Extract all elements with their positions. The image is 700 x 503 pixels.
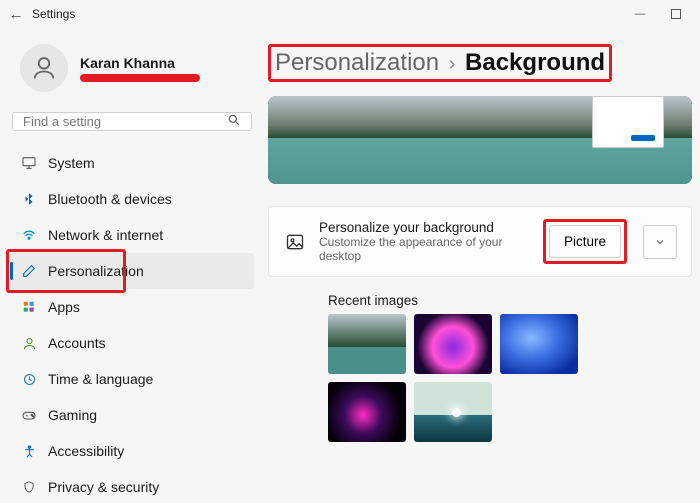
- search-input-wrapper[interactable]: [12, 112, 252, 131]
- recent-image-thumb[interactable]: [500, 314, 578, 374]
- expand-button[interactable]: [643, 225, 677, 259]
- sidebar-item-label: System: [48, 155, 95, 171]
- time-icon: [20, 370, 38, 388]
- avatar: [20, 44, 68, 92]
- recent-image-thumb[interactable]: [414, 314, 492, 374]
- search-input[interactable]: [23, 114, 227, 129]
- sidebar-item-accounts[interactable]: Accounts: [10, 325, 254, 361]
- sidebar-item-network[interactable]: Network & internet: [10, 217, 254, 253]
- sidebar-item-time-language[interactable]: Time & language: [10, 361, 254, 397]
- image-icon: [283, 230, 307, 254]
- sidebar-item-apps[interactable]: Apps: [10, 289, 254, 325]
- user-block[interactable]: Karan Khanna: [10, 38, 254, 98]
- sidebar-item-label: Personalization: [48, 263, 144, 279]
- sidebar-item-system[interactable]: System: [10, 145, 254, 181]
- wifi-icon: [20, 226, 38, 244]
- sidebar-item-personalization[interactable]: Personalization: [10, 253, 254, 289]
- sidebar-item-label: Accounts: [48, 335, 106, 351]
- sidebar-item-accessibility[interactable]: Accessibility: [10, 433, 254, 469]
- sidebar-item-bluetooth[interactable]: Bluetooth & devices: [10, 181, 254, 217]
- sidebar-item-label: Gaming: [48, 407, 97, 423]
- recent-images-grid: [328, 314, 692, 442]
- window-title: Settings: [32, 7, 75, 21]
- user-name: Karan Khanna: [80, 55, 200, 71]
- preview-window-mock: [592, 96, 664, 148]
- sidebar-item-label: Apps: [48, 299, 80, 315]
- apps-icon: [20, 298, 38, 316]
- desktop-preview: [268, 96, 692, 184]
- breadcrumb-current: Background: [465, 49, 605, 76]
- sidebar-item-label: Bluetooth & devices: [48, 191, 172, 207]
- user-email-redacted: [80, 74, 200, 82]
- breadcrumb-parent[interactable]: Personalization: [275, 49, 439, 76]
- breadcrumb-highlight: Personalization › Background: [268, 44, 612, 82]
- accounts-icon: [20, 334, 38, 352]
- maximize-button[interactable]: [658, 0, 694, 28]
- sidebar-item-label: Accessibility: [48, 443, 124, 459]
- sidebar-item-label: Network & internet: [48, 227, 163, 243]
- card-subtext: Customize the appearance of your desktop: [319, 235, 529, 263]
- card-heading: Personalize your background: [319, 220, 531, 235]
- system-icon: [20, 154, 38, 172]
- shield-icon: [20, 478, 38, 496]
- sidebar-item-gaming[interactable]: Gaming: [10, 397, 254, 433]
- sidebar-item-label: Privacy & security: [48, 479, 159, 495]
- minimize-button[interactable]: —: [622, 0, 658, 28]
- background-type-dropdown[interactable]: Picture: [549, 225, 621, 258]
- gaming-icon: [20, 406, 38, 424]
- sidebar-item-privacy[interactable]: Privacy & security: [10, 469, 254, 503]
- personalization-icon: [20, 262, 38, 280]
- recent-image-thumb[interactable]: [414, 382, 492, 442]
- back-button[interactable]: ←: [6, 6, 26, 23]
- search-icon: [227, 113, 241, 130]
- sidebar-item-label: Time & language: [48, 371, 153, 387]
- personalize-background-card: Personalize your background Customize th…: [268, 206, 692, 277]
- recent-image-thumb[interactable]: [328, 382, 406, 442]
- recent-images-label: Recent images: [328, 293, 692, 308]
- bluetooth-icon: [20, 190, 38, 208]
- accessibility-icon: [20, 442, 38, 460]
- chevron-right-icon: ›: [443, 53, 462, 75]
- recent-image-thumb[interactable]: [328, 314, 406, 374]
